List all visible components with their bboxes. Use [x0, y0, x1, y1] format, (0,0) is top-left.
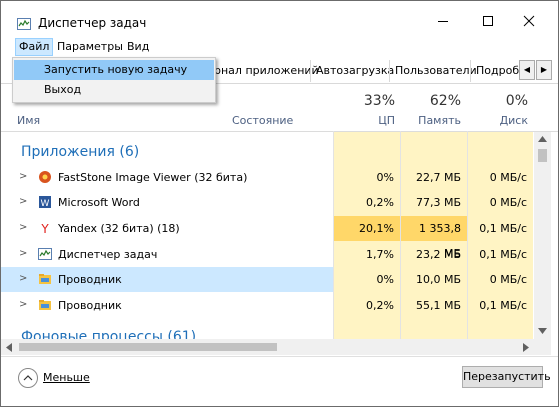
table-row[interactable]: > W Microsoft Word 0,2% 77,3 МБ 0 МБ/с	[1, 190, 533, 215]
task-manager-icon	[17, 18, 31, 30]
column-disk-header[interactable]: Диск	[471, 114, 528, 127]
yandex-icon: Y	[40, 222, 49, 235]
svg-text:W: W	[41, 199, 50, 209]
cpu-cell: 1,7%	[366, 248, 394, 261]
horizontal-scroll-thumb[interactable]	[19, 343, 277, 351]
scroll-left-icon[interactable]	[6, 343, 12, 352]
process-name: FastStone Image Viewer (32 бита)	[58, 171, 248, 184]
table-row[interactable]: > Проводник 0% 10,0 МБ 0 МБ/с	[1, 267, 533, 292]
table-row[interactable]: > Диспетчер задач 1,7% 23,2 МБ 0,1 МБ/с	[1, 242, 533, 267]
memory-cell: 1 353,8 МБ	[401, 216, 467, 260]
footer: Меньше Перезапустить	[1, 356, 558, 406]
horizontal-scrollbar[interactable]	[1, 339, 534, 355]
minimize-icon[interactable]	[436, 14, 450, 28]
menu-view[interactable]: Вид	[124, 39, 152, 55]
file-menu-dropdown: Запустить новую задачу Выход	[12, 57, 216, 103]
chevron-right-icon[interactable]: >	[19, 248, 27, 259]
process-name: Yandex (32 бита) (18)	[58, 222, 180, 235]
menu-bar: Файл Параметры Вид	[1, 37, 558, 57]
cpu-cell: 0%	[376, 171, 394, 184]
process-name-cell[interactable]: > Проводник	[1, 293, 333, 318]
scroll-down-icon[interactable]	[538, 328, 547, 334]
disk-total[interactable]: 0%	[471, 93, 528, 109]
process-list: Приложения (6) > FastStone Image Viewer (…	[1, 132, 533, 339]
column-divider	[467, 131, 468, 339]
process-name-cell[interactable]: > Диспетчер задач	[1, 242, 333, 267]
process-name-cell[interactable]: > W Microsoft Word	[1, 190, 333, 215]
close-icon[interactable]	[522, 14, 536, 28]
memory-cell: 22,7 МБ	[415, 171, 461, 184]
table-row[interactable]: > Y Yandex (32 бита) (18) 20,1% 1 353,8 МБ 0,…	[1, 216, 533, 260]
chevron-up-icon	[23, 375, 33, 381]
window-title: Диспетчер задач	[38, 16, 147, 30]
menu-item-run-new-task[interactable]: Запустить новую задачу	[14, 60, 214, 80]
cpu-cell: 0%	[376, 273, 394, 286]
vertical-scroll-thumb[interactable]	[538, 149, 547, 162]
column-cpu-header[interactable]: ЦП	[341, 114, 395, 127]
cpu-cell: 0,2%	[366, 299, 394, 312]
fewer-details-button[interactable]	[18, 368, 38, 388]
scroll-right-icon[interactable]	[523, 343, 529, 352]
memory-cell: 77,3 МБ	[415, 196, 461, 209]
disk-cell: 0,1 МБ/с	[479, 299, 527, 312]
process-name-cell[interactable]: > Y Yandex (32 бита) (18)	[1, 216, 333, 241]
memory-cell: 23,2 МБ	[415, 248, 461, 261]
column-memory-header[interactable]: Память	[403, 114, 461, 127]
chevron-right-icon[interactable]: >	[19, 196, 27, 207]
group-background-heading[interactable]: Фоновые процессы (61)	[21, 329, 196, 339]
folder-icon	[39, 300, 51, 310]
tab-startup[interactable]: Автозагрузка	[310, 60, 399, 82]
menu-options[interactable]: Параметры	[54, 39, 126, 55]
memory-total[interactable]: 62%	[403, 93, 461, 109]
column-divider	[333, 131, 334, 339]
disk-cell: 0 МБ/с	[489, 273, 527, 286]
disk-cell: 0,1 МБ/с	[479, 222, 527, 235]
cpu-total[interactable]: 33%	[341, 93, 395, 109]
process-name: Проводник	[58, 299, 122, 312]
group-apps-heading[interactable]: Приложения (6)	[21, 144, 139, 160]
task-manager-window: Диспетчер задач Файл Параметры Вид рнал …	[0, 0, 559, 407]
column-divider	[400, 131, 401, 339]
process-name-cell[interactable]: > FastStone Image Viewer (32 бита)	[1, 165, 333, 190]
svg-text:Y: Y	[40, 222, 49, 235]
tab-users[interactable]: Пользователи	[389, 60, 480, 82]
column-status-header[interactable]: Состояние	[232, 114, 293, 127]
faststone-icon	[39, 171, 51, 183]
table-row[interactable]: > Проводник 0,2% 55,1 МБ 0,1 МБ/с	[1, 293, 533, 318]
fewer-details-label[interactable]: Меньше	[43, 371, 90, 384]
disk-cell: 0 МБ/с	[489, 171, 527, 184]
scroll-up-icon[interactable]	[538, 136, 547, 142]
disk-cell: 0 МБ/с	[489, 196, 527, 209]
column-name-header[interactable]: Имя	[17, 114, 40, 127]
disk-cell: 0,1 МБ/с	[479, 248, 527, 261]
memory-cell: 55,1 МБ	[415, 299, 461, 312]
table-row[interactable]: > FastStone Image Viewer (32 бита) 0% 22,7 …	[1, 165, 533, 190]
cpu-cell: 0,2%	[366, 196, 394, 209]
process-name: Проводник	[58, 273, 122, 286]
cpu-cell: 20,1%	[334, 216, 400, 241]
chevron-right-icon[interactable]: >	[19, 273, 27, 284]
restart-button[interactable]: Перезапустить	[462, 366, 551, 388]
scroll-corner	[534, 339, 551, 355]
memory-cell: 10,0 МБ	[415, 273, 461, 286]
menu-item-exit[interactable]: Выход	[14, 80, 214, 100]
tab-scroll-right-icon[interactable]: ▶	[536, 60, 552, 80]
process-name: Диспетчер задач	[58, 248, 158, 261]
maximize-icon[interactable]	[481, 14, 495, 28]
tab-app-history[interactable]: рнал приложений	[209, 60, 319, 82]
title-bar: Диспетчер задач	[1, 1, 558, 37]
chevron-right-icon[interactable]: >	[19, 299, 27, 310]
task-manager-icon	[38, 248, 52, 260]
process-name: Microsoft Word	[58, 196, 140, 209]
menu-file[interactable]: Файл	[15, 38, 54, 56]
tab-scroll-left-icon[interactable]: ◀	[519, 60, 535, 80]
vertical-scrollbar[interactable]	[534, 132, 551, 339]
folder-icon	[39, 274, 51, 284]
chevron-right-icon[interactable]: >	[19, 222, 27, 233]
process-name-cell[interactable]: > Проводник	[1, 267, 333, 292]
chevron-right-icon[interactable]: >	[19, 171, 27, 182]
word-icon: W	[39, 196, 51, 209]
